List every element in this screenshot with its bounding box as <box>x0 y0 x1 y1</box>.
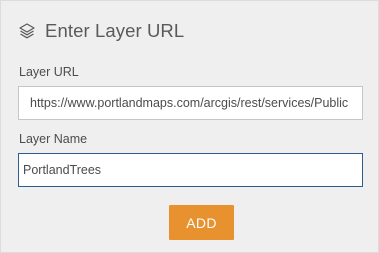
panel-header: Enter Layer URL <box>18 19 184 43</box>
add-button[interactable]: ADD <box>169 205 234 240</box>
layers-icon <box>18 22 36 40</box>
layer-url-label: Layer URL <box>19 65 79 79</box>
enter-layer-url-panel: Enter Layer URL Layer URL Layer Name ADD <box>0 0 379 253</box>
layer-name-input[interactable] <box>18 153 363 187</box>
layer-url-input[interactable] <box>18 86 363 120</box>
layer-name-label: Layer Name <box>19 132 88 146</box>
panel-title: Enter Layer URL <box>45 20 185 41</box>
